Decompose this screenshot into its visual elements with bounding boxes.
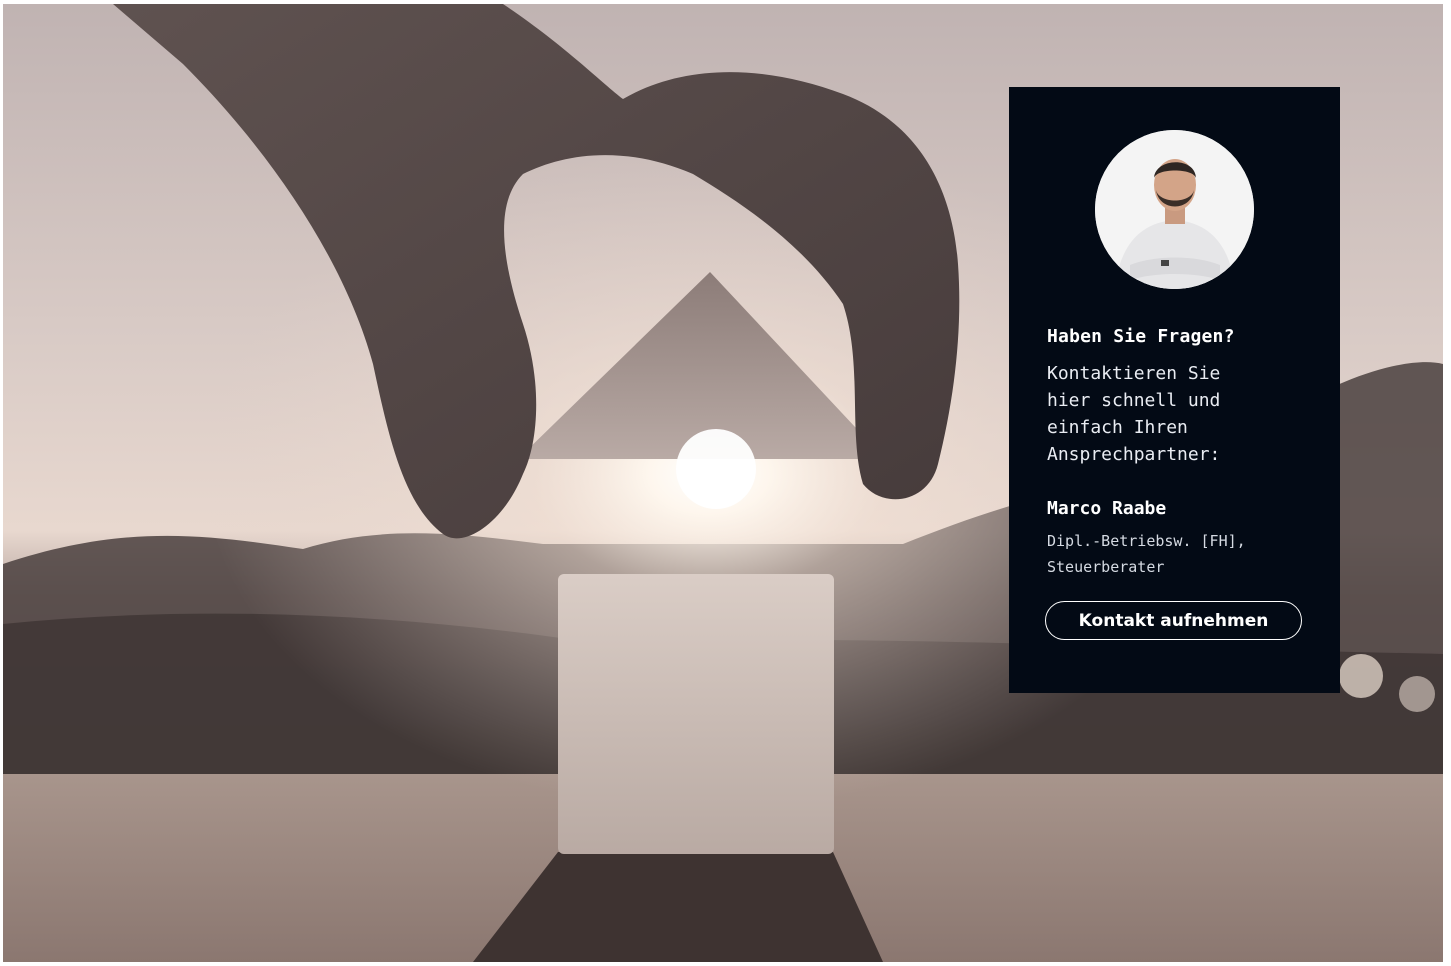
page-frame: Haben Sie Fragen? Kontaktieren Sie hier … [3, 4, 1443, 962]
contact-card: Haben Sie Fragen? Kontaktieren Sie hier … [1009, 87, 1340, 693]
person-photo-icon [1095, 130, 1254, 289]
person-role: Dipl.-Betriebsw. [FH], Steuerberater [1047, 532, 1246, 576]
card-text: Kontaktieren Sie hier schnell und einfac… [1047, 363, 1221, 465]
contact-button[interactable]: Kontakt aufnehmen [1045, 601, 1302, 640]
avatar [1095, 130, 1254, 289]
person-name: Marco Raabe [1047, 498, 1167, 519]
card-heading: Haben Sie Fragen? [1047, 326, 1235, 347]
